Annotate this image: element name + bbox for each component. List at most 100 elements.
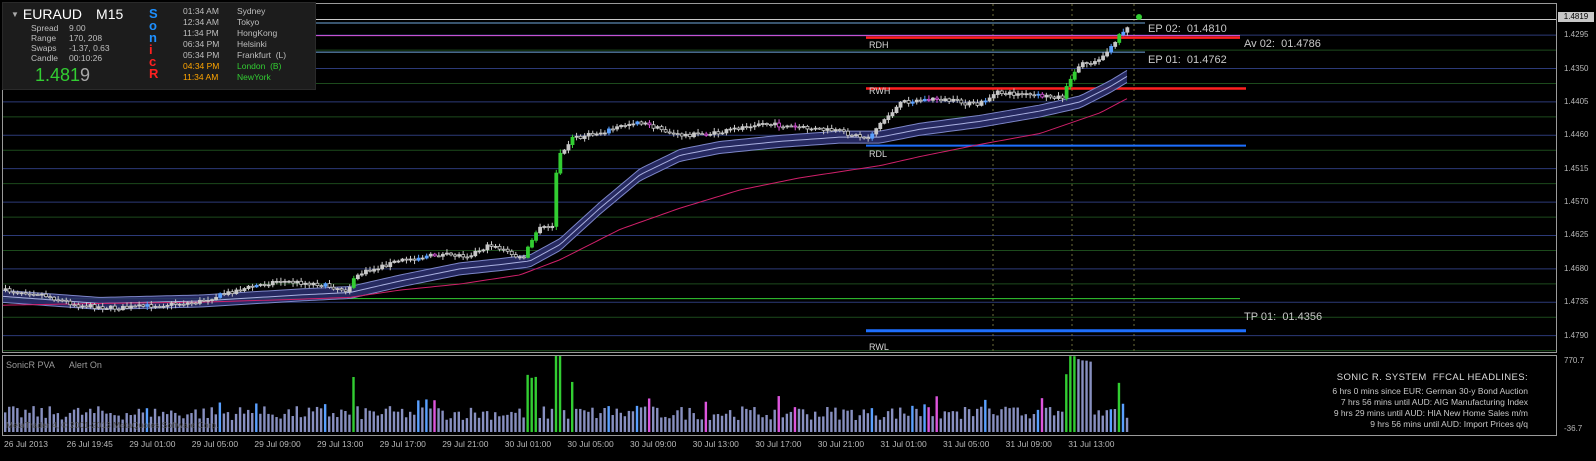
volume-bar	[255, 403, 258, 432]
candle-body	[1089, 63, 1093, 65]
candle-body	[898, 101, 903, 108]
collapse-triangle-icon[interactable]: ▼	[11, 10, 19, 19]
candle-body	[185, 302, 190, 305]
volume-bar	[676, 410, 679, 432]
candle-body	[44, 293, 48, 298]
candle-body	[331, 286, 336, 290]
candle-body	[542, 226, 547, 228]
volume-bar	[550, 408, 554, 432]
volume-bar	[340, 409, 343, 432]
volume-bar	[1065, 374, 1068, 432]
candle-body	[343, 289, 348, 292]
volume-bar	[745, 408, 748, 432]
volume-bar	[688, 407, 691, 432]
volume-bar	[1113, 409, 1117, 432]
current-price-marker: 1.4819	[1558, 12, 1594, 22]
candle-body	[1080, 62, 1085, 68]
candle-body	[68, 300, 73, 306]
candle-body	[23, 292, 28, 295]
symbol-header[interactable]: ▼ EURAUD M15	[11, 6, 123, 22]
rdl-label: RDL	[869, 149, 888, 159]
volume-bar	[356, 406, 359, 432]
candle-body	[1012, 91, 1016, 96]
time-tick-label: 30 Jul 21:00	[817, 439, 865, 449]
candle-body	[210, 299, 214, 302]
volume-bar	[838, 419, 841, 432]
candle-body	[60, 299, 65, 302]
volume-bar	[664, 416, 667, 432]
time-tick-label: 30 Jul 01:00	[504, 439, 552, 449]
volume-bar	[797, 408, 801, 432]
candle-body	[736, 127, 741, 130]
volume-bar	[996, 415, 999, 432]
candle-body	[193, 302, 198, 305]
ffcal-headline: 9 hrs 29 mins until AUD: HIA New Home Sa…	[1333, 408, 1528, 418]
candle-body	[773, 122, 777, 126]
volume-bar	[307, 407, 311, 432]
candle-body	[266, 284, 271, 287]
candle-body	[372, 268, 376, 272]
current-price: 1.4819	[35, 65, 90, 86]
candle-body	[432, 253, 437, 257]
candle-body	[368, 269, 372, 272]
volume-bar	[332, 413, 335, 432]
candle-body	[578, 135, 583, 139]
volume-bar	[712, 414, 716, 432]
candle-body	[278, 280, 283, 283]
candle-body	[72, 304, 77, 307]
time-tick-label: 29 Jul 09:00	[254, 439, 301, 449]
candle-body	[821, 127, 826, 131]
candle-body	[1040, 93, 1045, 98]
candle-body	[36, 294, 40, 296]
volume-bar	[315, 406, 319, 432]
candle-body	[64, 299, 69, 302]
session-time: 11:34 AM	[183, 72, 219, 82]
session-name: HongKong	[237, 28, 278, 38]
volume-bar	[267, 413, 270, 432]
volume-bar	[222, 413, 226, 432]
candle-body	[1008, 91, 1012, 95]
volume-bar	[473, 412, 477, 432]
candle-body	[76, 304, 81, 308]
candle-body	[457, 254, 462, 257]
candle-body	[19, 292, 24, 295]
volume-bar	[490, 419, 493, 432]
candle-body	[327, 283, 332, 288]
candle-body	[1028, 93, 1033, 96]
candle-body	[181, 303, 186, 306]
candle-body	[420, 257, 425, 260]
candle-body	[133, 305, 138, 308]
volume-bar	[656, 407, 659, 432]
volume-bar	[1089, 361, 1092, 432]
candle-body	[262, 284, 267, 286]
volume-bar	[364, 408, 367, 432]
volume-bar	[753, 407, 756, 432]
time-tick-label: 30 Jul 09:00	[630, 439, 677, 449]
volume-bar	[935, 396, 938, 432]
volume-bar	[546, 418, 550, 432]
volume-bar	[1016, 407, 1019, 432]
candle-body	[910, 101, 915, 104]
ep02-label: EP 02: 01.4810	[1148, 23, 1227, 35]
candle-body	[453, 254, 457, 257]
session-name: Helsinki	[237, 39, 267, 49]
candle-body	[92, 304, 97, 309]
candle-body	[1105, 51, 1109, 57]
session-name: Tokyo	[237, 17, 260, 27]
volume-bar	[291, 416, 294, 432]
volume-bar	[283, 413, 286, 432]
volume-bar	[822, 416, 825, 432]
volume-bar	[899, 407, 902, 432]
candle-body	[303, 282, 308, 285]
candle-body	[534, 232, 538, 241]
volume-bar	[647, 398, 651, 432]
candle-body	[1109, 46, 1114, 53]
volume-bar	[615, 408, 618, 432]
live-price-dot	[1136, 14, 1142, 20]
candle-body	[619, 125, 623, 128]
volume-bar	[696, 419, 699, 432]
volume-bar	[992, 414, 995, 432]
volume-bar	[566, 418, 570, 432]
volume-bar	[737, 419, 740, 432]
volume-bar	[538, 417, 541, 432]
